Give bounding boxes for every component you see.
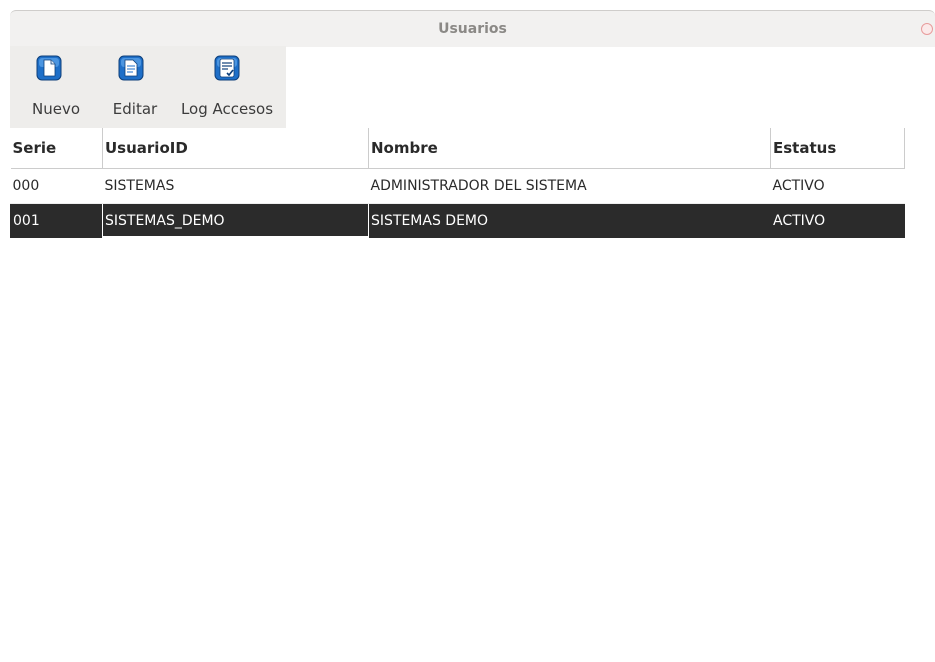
nuevo-button[interactable]: Nuevo	[10, 46, 102, 128]
editar-label: Editar	[112, 100, 158, 118]
edit-document-icon	[118, 55, 144, 81]
cell-usuarioid-focused[interactable]: SISTEMAS_DEMO	[102, 203, 369, 238]
cell-nombre[interactable]: SISTEMAS DEMO	[368, 203, 771, 238]
table-row-selected[interactable]: 001 SISTEMAS_DEMO SISTEMAS DEMO ACTIVO	[10, 203, 905, 238]
cell-usuarioid[interactable]: SISTEMAS	[102, 168, 369, 204]
window-title: Usuarios	[438, 21, 507, 37]
cell-serie[interactable]: 001	[10, 203, 103, 238]
cell-nombre[interactable]: ADMINISTRADOR DEL SISTEMA	[368, 168, 771, 204]
cell-serie[interactable]: 000	[10, 168, 103, 204]
log-accesos-label: Log Accesos	[180, 100, 274, 118]
title-bar[interactable]: Usuarios	[10, 10, 935, 47]
editar-button[interactable]: Editar	[102, 46, 168, 128]
table-header-row: Serie UsuarioID Nombre Estatus	[10, 128, 905, 169]
column-header-usuarioid[interactable]: UsuarioID	[102, 128, 369, 169]
log-accesos-button[interactable]: Log Accesos	[168, 46, 286, 128]
cell-estatus[interactable]: ACTIVO	[770, 168, 905, 204]
new-document-icon	[36, 55, 62, 81]
toolbar: Nuevo Editar Log Accesos	[10, 46, 286, 128]
close-button[interactable]	[921, 23, 933, 35]
table-row[interactable]: 000 SISTEMAS ADMINISTRADOR DEL SISTEMA A…	[10, 168, 905, 204]
column-header-serie[interactable]: Serie	[10, 128, 103, 169]
usuarios-window: Usuarios Nuevo Editar Log Accesos Serie …	[10, 10, 935, 662]
users-table: Serie UsuarioID Nombre Estatus 000 SISTE…	[10, 128, 905, 238]
nuevo-label: Nuevo	[31, 100, 80, 118]
access-log-icon	[214, 55, 240, 81]
cell-estatus[interactable]: ACTIVO	[770, 203, 905, 238]
column-header-nombre[interactable]: Nombre	[368, 128, 771, 169]
column-header-estatus[interactable]: Estatus	[770, 128, 905, 169]
